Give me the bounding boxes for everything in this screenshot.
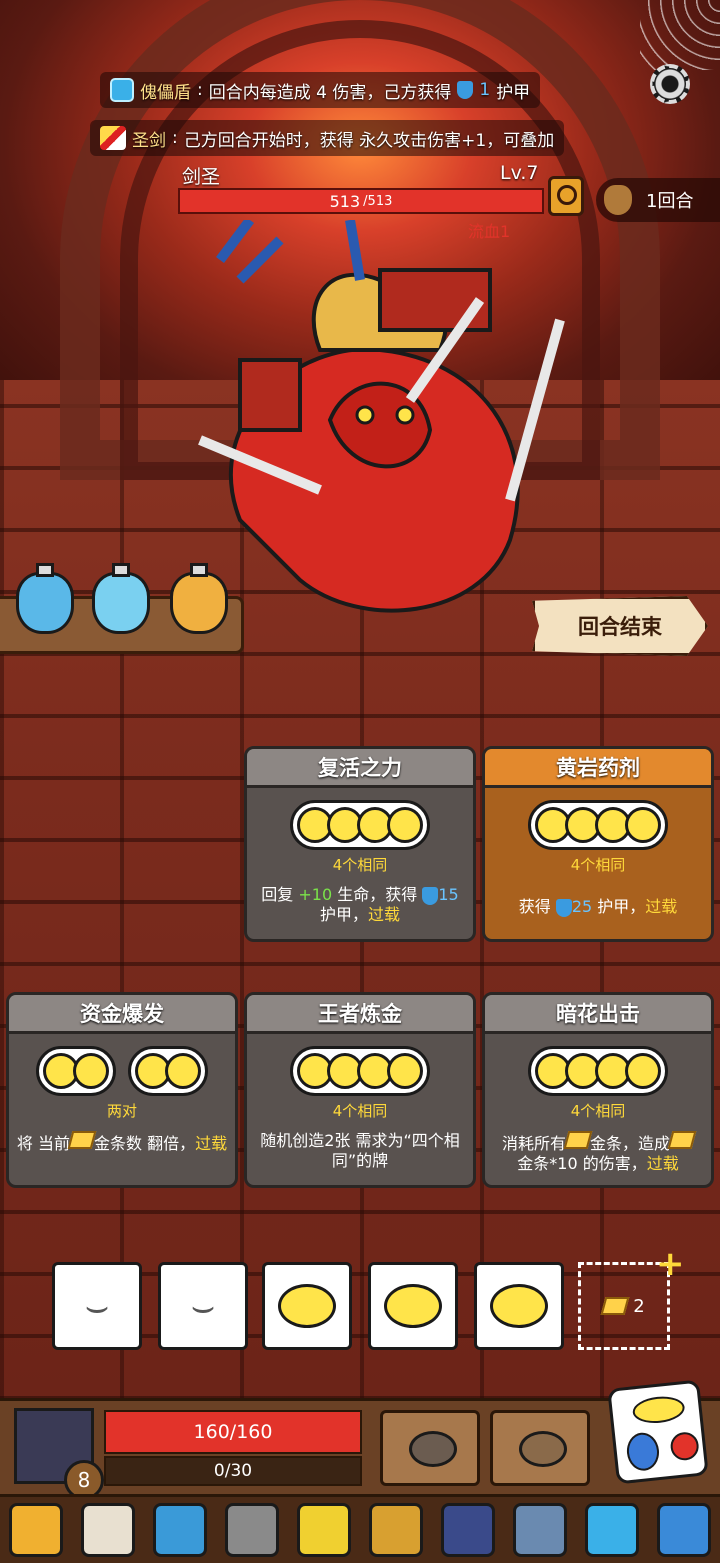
inspect-magnifier-icon[interactable] bbox=[548, 176, 584, 216]
die-lemon[interactable] bbox=[368, 1262, 458, 1350]
add-plus-icon[interactable]: + bbox=[656, 1244, 685, 1284]
treasure-chest-icon[interactable] bbox=[369, 1503, 423, 1557]
armor-shield-icon bbox=[457, 81, 474, 99]
card-requirement: 4个相同 bbox=[570, 856, 626, 874]
die-lemon[interactable] bbox=[474, 1262, 564, 1350]
gold-bar-icon bbox=[67, 1131, 97, 1149]
end-turn-button[interactable]: 回合结束 bbox=[532, 596, 708, 656]
coins-icon bbox=[409, 1431, 457, 1467]
gold-bars-icon[interactable] bbox=[9, 1503, 63, 1557]
lemon-icon bbox=[384, 1284, 442, 1328]
die-lemon[interactable] bbox=[262, 1262, 352, 1350]
die-closed-eye[interactable]: ⌣ bbox=[158, 1262, 248, 1350]
armor-shield-icon bbox=[422, 886, 439, 905]
gold-count: 2 bbox=[633, 1295, 645, 1317]
lemon-set-icon bbox=[528, 800, 668, 850]
die-closed-eye[interactable]: ⌣ bbox=[52, 1262, 142, 1350]
closed-eye-icon: ⌣ bbox=[190, 1283, 216, 1328]
potion-blue-2[interactable] bbox=[92, 563, 150, 634]
lemon-set-icon bbox=[290, 1046, 430, 1096]
buff-text: 回合内每造成 4 伤害，己方获得 bbox=[208, 82, 452, 103]
gold-bar-icon bbox=[600, 1297, 630, 1315]
lemon-icon bbox=[278, 1284, 336, 1328]
card-revive-power[interactable]: 复活之力 4个相同 回复 +10 生命，获得 15 护甲，过载 bbox=[244, 746, 476, 942]
potion-blue-1[interactable] bbox=[16, 563, 74, 634]
lemon-set-icon bbox=[290, 800, 430, 850]
enemy-name: 剑圣 bbox=[182, 166, 221, 188]
relic-slot-coins[interactable] bbox=[380, 1410, 480, 1486]
lemon-pair-icon bbox=[36, 1046, 116, 1096]
palette-icon[interactable] bbox=[657, 1503, 711, 1557]
card-description: 消耗所有 金条，造成 金条*10 的伤害，过载 bbox=[491, 1131, 705, 1174]
enemy-hp-max: /513 bbox=[363, 193, 393, 209]
compass-armor-icon[interactable] bbox=[153, 1503, 207, 1557]
card-royal-alchemy[interactable]: 王者炼金 4个相同 随机创造2张 需求为“四个相同”的牌 bbox=[244, 992, 476, 1188]
card-dark-flower-strike[interactable]: 暗花出击 4个相同 消耗所有 金条，造成 金条*10 的伤害，过载 bbox=[482, 992, 714, 1188]
lemon-pair-icon bbox=[128, 1046, 208, 1096]
player-hp-bar: 160/160 bbox=[104, 1410, 362, 1454]
card-requirement: 4个相同 bbox=[570, 1102, 626, 1120]
buff-name: 圣剑 bbox=[132, 130, 166, 151]
holy-sword-icon bbox=[100, 126, 126, 150]
blue-face-icon bbox=[625, 1431, 661, 1473]
gold-bar-icon bbox=[563, 1131, 593, 1149]
card-requirement: 4个相同 bbox=[332, 856, 388, 874]
enemy-hp-value: 513 bbox=[329, 191, 361, 211]
cauldron-icon bbox=[519, 1431, 567, 1467]
card-requirement: 两对 bbox=[106, 1102, 137, 1120]
gold-bar-icon bbox=[667, 1131, 697, 1149]
enemy-level: Lv.7 bbox=[500, 162, 539, 184]
samurai-dragon-enemy[interactable] bbox=[180, 220, 580, 640]
buff-name: 傀儡盾 bbox=[140, 82, 191, 103]
bottom-toolbar bbox=[0, 1494, 720, 1563]
lemon-face-icon bbox=[631, 1394, 686, 1426]
card-title: 资金爆发 bbox=[9, 995, 235, 1034]
card-title: 暗花出击 bbox=[485, 995, 711, 1034]
card-description: 回复 +10 生命，获得 15 护甲，过载 bbox=[261, 885, 459, 924]
turn-counter: 1回合 bbox=[596, 178, 720, 222]
scroll-icon[interactable] bbox=[81, 1503, 135, 1557]
card-requirement: 4个相同 bbox=[332, 1102, 388, 1120]
horn-icon[interactable] bbox=[513, 1503, 567, 1557]
potion-orange[interactable] bbox=[170, 563, 228, 634]
card-title: 王者炼金 bbox=[247, 995, 473, 1034]
armor-shield-icon bbox=[555, 898, 572, 917]
card-title: 复活之力 bbox=[247, 749, 473, 788]
card-description: 获得 25 护甲，过载 bbox=[518, 897, 678, 917]
card-title: 黄岩药剂 bbox=[485, 749, 711, 788]
card-description: 随机创造2张 需求为“四个相同”的牌 bbox=[260, 1131, 460, 1170]
roll-dice-button[interactable] bbox=[607, 1379, 709, 1485]
feather-quill-icon[interactable] bbox=[441, 1503, 495, 1557]
lemon-icon bbox=[490, 1284, 548, 1328]
closed-eye-icon: ⌣ bbox=[84, 1283, 110, 1328]
lemon-set-icon bbox=[528, 1046, 668, 1096]
cobweb-decoration bbox=[640, 0, 720, 70]
turn-counter-text: 1回合 bbox=[646, 191, 694, 212]
buff-puppet-shield[interactable]: 傀儡盾: 回合内每造成 4 伤害，己方获得 1 护甲 bbox=[100, 72, 541, 108]
gem-shield-icon[interactable] bbox=[585, 1503, 639, 1557]
buff-text: 己方回合开始时，获得 永久攻击伤害+1，可叠加 bbox=[183, 130, 555, 151]
pouch-icon bbox=[604, 185, 632, 215]
buff-holy-sword[interactable]: 圣剑: 己方回合开始时，获得 永久攻击伤害+1，可叠加 bbox=[90, 120, 565, 156]
card-fund-burst[interactable]: 资金爆发 两对 将 当前 金条数 翻倍，过载 bbox=[6, 992, 238, 1188]
settings-gear-icon[interactable] bbox=[650, 64, 690, 104]
card-yellow-rock-potion[interactable]: 黄岩药剂 4个相同 获得 25 护甲，过载 bbox=[482, 746, 714, 942]
enemy-hp-bar: 513/513 bbox=[178, 188, 544, 214]
moon-star-icon[interactable] bbox=[297, 1503, 351, 1557]
card-description: 将 当前 金条数 翻倍，过载 bbox=[15, 1131, 229, 1154]
cherry-face-icon bbox=[669, 1430, 701, 1462]
player-xp-bar: 0/30 bbox=[104, 1456, 362, 1486]
relic-slot-pot[interactable] bbox=[490, 1410, 590, 1486]
knight-helmet-icon[interactable] bbox=[225, 1503, 279, 1557]
puppet-shield-icon bbox=[110, 78, 134, 102]
